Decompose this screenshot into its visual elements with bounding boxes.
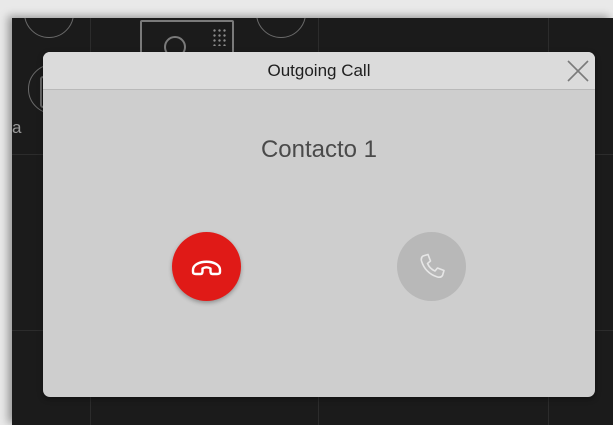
background-label: a [12,118,22,137]
close-button[interactable] [563,56,593,86]
hangup-button[interactable] [172,232,241,301]
background-circle-icon [24,18,74,38]
keypad-dots-icon [212,28,228,46]
background-circle-icon [256,18,306,38]
phone-hangup-icon [191,260,222,276]
contact-name: Contacto 1 [260,136,378,163]
dialog-header: Outgoing Call [43,52,595,90]
dialog-title: Outgoing Call [267,61,371,80]
answer-button[interactable] [397,232,466,301]
screenshot-frame: a Outgoing Call Contacto 1 [0,0,613,425]
phone-answer-icon [420,253,445,278]
outgoing-call-dialog: Outgoing Call Contacto 1 [43,52,595,397]
close-icon [567,60,589,82]
